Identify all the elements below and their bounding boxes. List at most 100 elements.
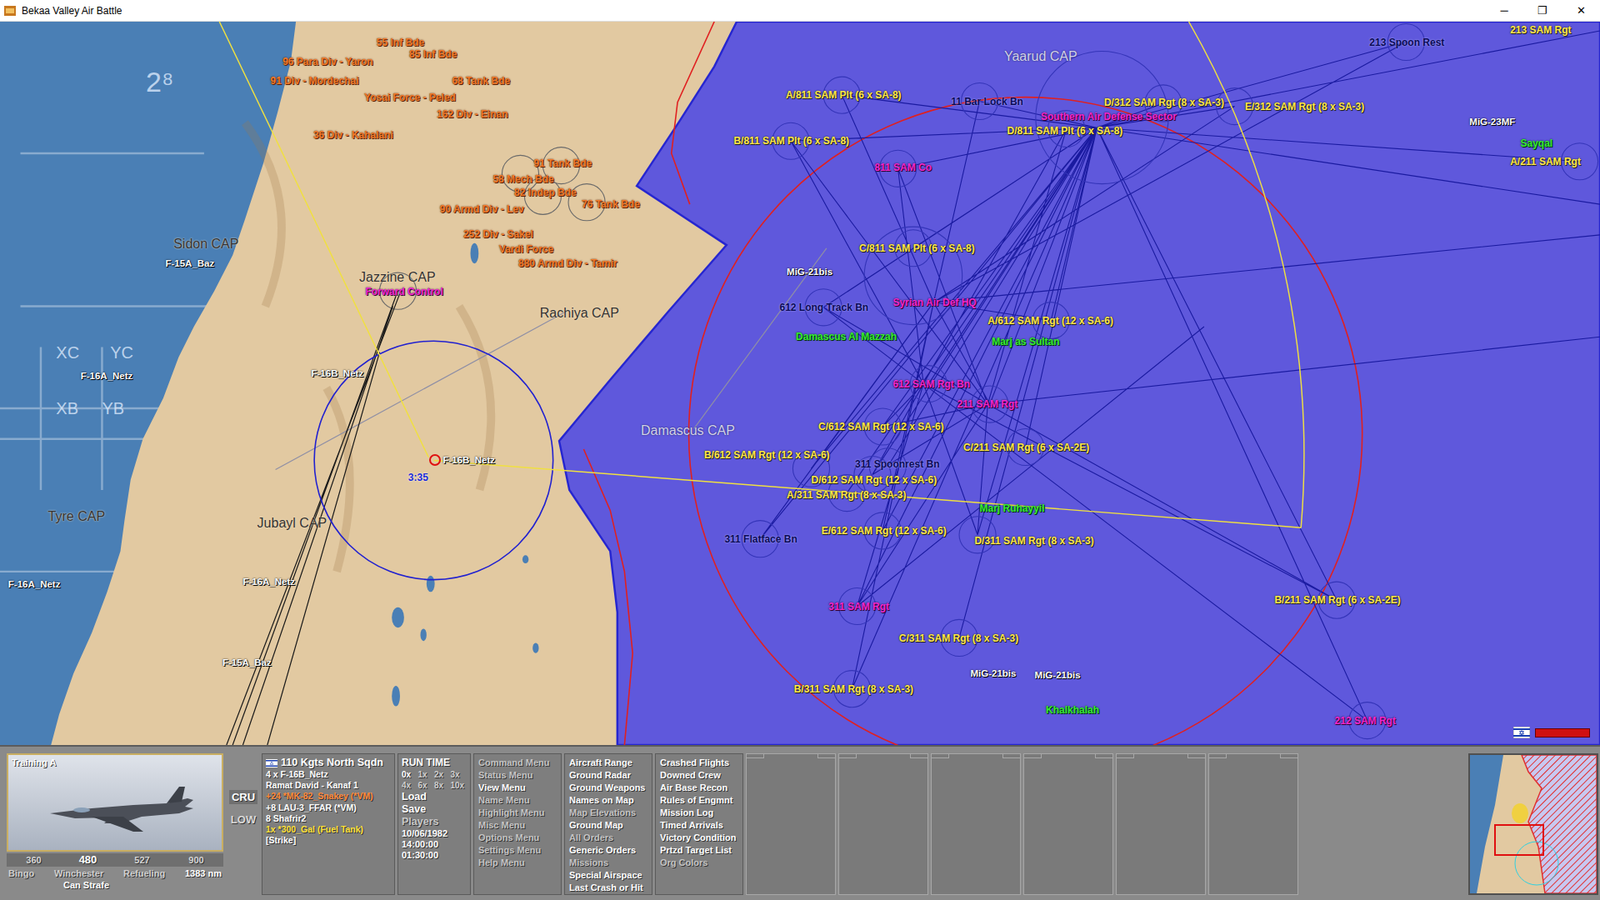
map-label[interactable]: 880 Armd Div - Tamir (518, 257, 618, 270)
menu-item[interactable]: Crashed Flights (660, 756, 739, 770)
map-label[interactable]: 58 Mech Bde (492, 173, 554, 185)
map-label[interactable]: B/311 SAM Rgt (8 x SA-3) (794, 683, 914, 695)
time-speed-option[interactable]: 1x (418, 769, 435, 780)
map-label[interactable]: C/612 SAM Rgt (12 x SA-6) (818, 420, 945, 433)
map-label[interactable]: Khalkhalah (1045, 704, 1100, 716)
map-label[interactable]: D/312 SAM Rgt (8 x SA-3) (1104, 96, 1225, 109)
speed-option[interactable]: 900 (169, 853, 224, 867)
map-label[interactable]: D/612 SAM Rgt (12 x SA-6) (811, 474, 938, 486)
empty-slot[interactable] (745, 753, 836, 895)
menu-item[interactable]: Ground Map (569, 819, 648, 832)
map-label[interactable]: Rachiya CAP (540, 305, 620, 321)
map-label[interactable]: 76 Tank Bde (581, 198, 640, 210)
runtime-button[interactable]: Load (401, 790, 467, 804)
flight-label[interactable]: MiG-21bis (786, 265, 833, 278)
map-label[interactable]: Jazzine CAP (359, 270, 436, 285)
time-speed-option[interactable]: 0x (401, 769, 419, 780)
menu-item[interactable]: Command Menu (478, 756, 557, 770)
menu-item[interactable]: Org Colors (660, 856, 739, 870)
time-speed-option[interactable]: 3x (450, 769, 468, 780)
map-label[interactable]: Tyre CAP (48, 509, 105, 525)
map-label[interactable]: 211 SAM Rgt (957, 398, 1019, 410)
map-label[interactable]: Yosai Force - Peled (364, 91, 456, 104)
flight-label[interactable]: F-15A_Baz (222, 656, 272, 669)
menu-item[interactable]: Highlight Menu (478, 806, 557, 820)
menu-item[interactable]: Victory Condition (660, 831, 739, 845)
map-label[interactable]: B/612 SAM Rgt (12 x SA-6) (704, 449, 830, 461)
map-label[interactable]: A/612 SAM Rgt (12 x SA-6) (987, 315, 1114, 327)
empty-slot[interactable] (930, 753, 1021, 895)
speed-option[interactable]: 527 (115, 853, 170, 867)
map-label[interactable]: D/311 SAM Rgt (8 x SA-3) (974, 535, 1094, 547)
map-label[interactable]: Forward Control (365, 285, 443, 298)
map-label[interactable]: 82 Indep Bde (514, 186, 577, 199)
empty-slot[interactable] (1208, 753, 1299, 895)
empty-slot[interactable] (1115, 753, 1206, 895)
map-label[interactable]: Jubayl CAP (257, 515, 328, 531)
menu-item[interactable]: Generic Orders (569, 844, 648, 857)
map-label[interactable]: 85 Inf Bde (409, 48, 457, 60)
menu-item[interactable]: Status Menu (478, 769, 557, 782)
time-speed-option[interactable]: 4x (401, 780, 419, 791)
map-label[interactable]: Damascus Al Mazzah (795, 330, 897, 343)
menu-item[interactable]: Last Crash or Hit (569, 881, 648, 895)
map-label[interactable]: B/811 SAM Plt (6 x SA-8) (733, 135, 850, 147)
menu-item[interactable]: All Orders (569, 831, 648, 845)
map-label[interactable]: 612 SAM Rgt Bn (892, 378, 970, 390)
map-label[interactable]: C/211 SAM Rgt (6 x SA-2E) (963, 441, 1090, 454)
menu-item[interactable]: Mission Log (660, 806, 739, 820)
flight-label[interactable]: F-16B_Netz (442, 454, 495, 466)
map-label[interactable]: A/811 SAM Plt (6 x SA-8) (785, 89, 902, 101)
menu-item[interactable]: Aircraft Range (569, 756, 648, 770)
menu-item[interactable]: Ground Radar (569, 769, 648, 782)
menu-item[interactable]: Timed Arrivals (660, 819, 739, 832)
menu-item[interactable]: Air Base Recon (660, 781, 739, 795)
map-label[interactable]: 55 Inf Bde (376, 36, 425, 49)
map-label[interactable]: 91 Tank Bde (533, 157, 592, 170)
menu-item[interactable]: Settings Menu (478, 844, 557, 857)
map-label[interactable]: Yaarud CAP (1004, 49, 1078, 65)
menu-item[interactable]: Ground Weapons (569, 781, 648, 795)
time-speed-option[interactable]: 2x (434, 769, 451, 780)
map-label[interactable]: 311 Spoonrest Bn (855, 458, 940, 470)
speed-option[interactable]: 360 (6, 853, 61, 867)
map-label[interactable]: Southern Air Defense Sector (1040, 110, 1177, 123)
flight-label[interactable]: F-16A_Netz (80, 370, 134, 382)
menu-item[interactable]: Downed Crew (660, 769, 739, 782)
window-control[interactable]: ❐ (1523, 0, 1562, 22)
mini-map[interactable] (1468, 753, 1599, 895)
menu-item[interactable]: Names on Map (569, 794, 648, 807)
map-view[interactable]: 55 Inf Bde85 Inf Bde 96 Para Div - Yaron 9… (0, 21, 1600, 745)
window-control[interactable]: ✕ (1561, 0, 1600, 22)
map-label[interactable]: D/811 SAM Plt (6 x SA-8) (1007, 125, 1124, 137)
altitude-option[interactable]: CRU (229, 790, 258, 805)
empty-slot[interactable] (1023, 753, 1114, 895)
window-control[interactable]: ─ (1485, 0, 1524, 22)
map-label[interactable]: C/311 SAM Rgt (8 x SA-3) (899, 632, 1019, 645)
menu-item[interactable]: Name Menu (478, 794, 557, 807)
empty-slot[interactable] (838, 753, 929, 895)
map-label[interactable]: C/811 SAM Plt (6 x SA-8) (859, 242, 975, 255)
map-label[interactable]: Damascus CAP (640, 423, 735, 439)
menu-item[interactable]: View Menu (478, 781, 557, 795)
map-label[interactable]: 96 Para Div - Yaron (282, 55, 374, 68)
map-label[interactable]: Sidon CAP (173, 236, 239, 252)
time-speed-option[interactable]: 8x (434, 780, 451, 791)
map-label[interactable]: 91 Div - Mordechai (270, 75, 360, 87)
map-label[interactable]: 212 SAM Rgt (1335, 715, 1396, 727)
menu-item[interactable]: Map Elevations (569, 806, 648, 820)
map-label[interactable]: A/311 SAM Rgt (8 x SA-3) (786, 489, 906, 501)
map-label[interactable]: A/211 SAM Rgt (1510, 155, 1581, 168)
menu-item[interactable]: Help Menu (478, 856, 557, 870)
map-label[interactable]: E/312 SAM Rgt (8 x SA-3) (1245, 100, 1365, 113)
map-label[interactable]: 68 Tank Bde (451, 75, 510, 87)
runtime-button[interactable]: Players (401, 815, 467, 829)
flight-label[interactable]: F-15A_Baz (165, 257, 215, 270)
map-label[interactable]: 811 SAM Co (874, 161, 932, 174)
map-label[interactable]: 11 Bar Lock Bn (950, 95, 1024, 108)
runtime-button[interactable]: Save (401, 803, 467, 816)
menu-item[interactable]: Missions (569, 856, 648, 870)
map-label[interactable]: 311 SAM Rgt (828, 600, 890, 613)
map-label[interactable]: 213 SAM Rgt (1510, 24, 1571, 36)
menu-item[interactable]: Options Menu (478, 831, 557, 845)
